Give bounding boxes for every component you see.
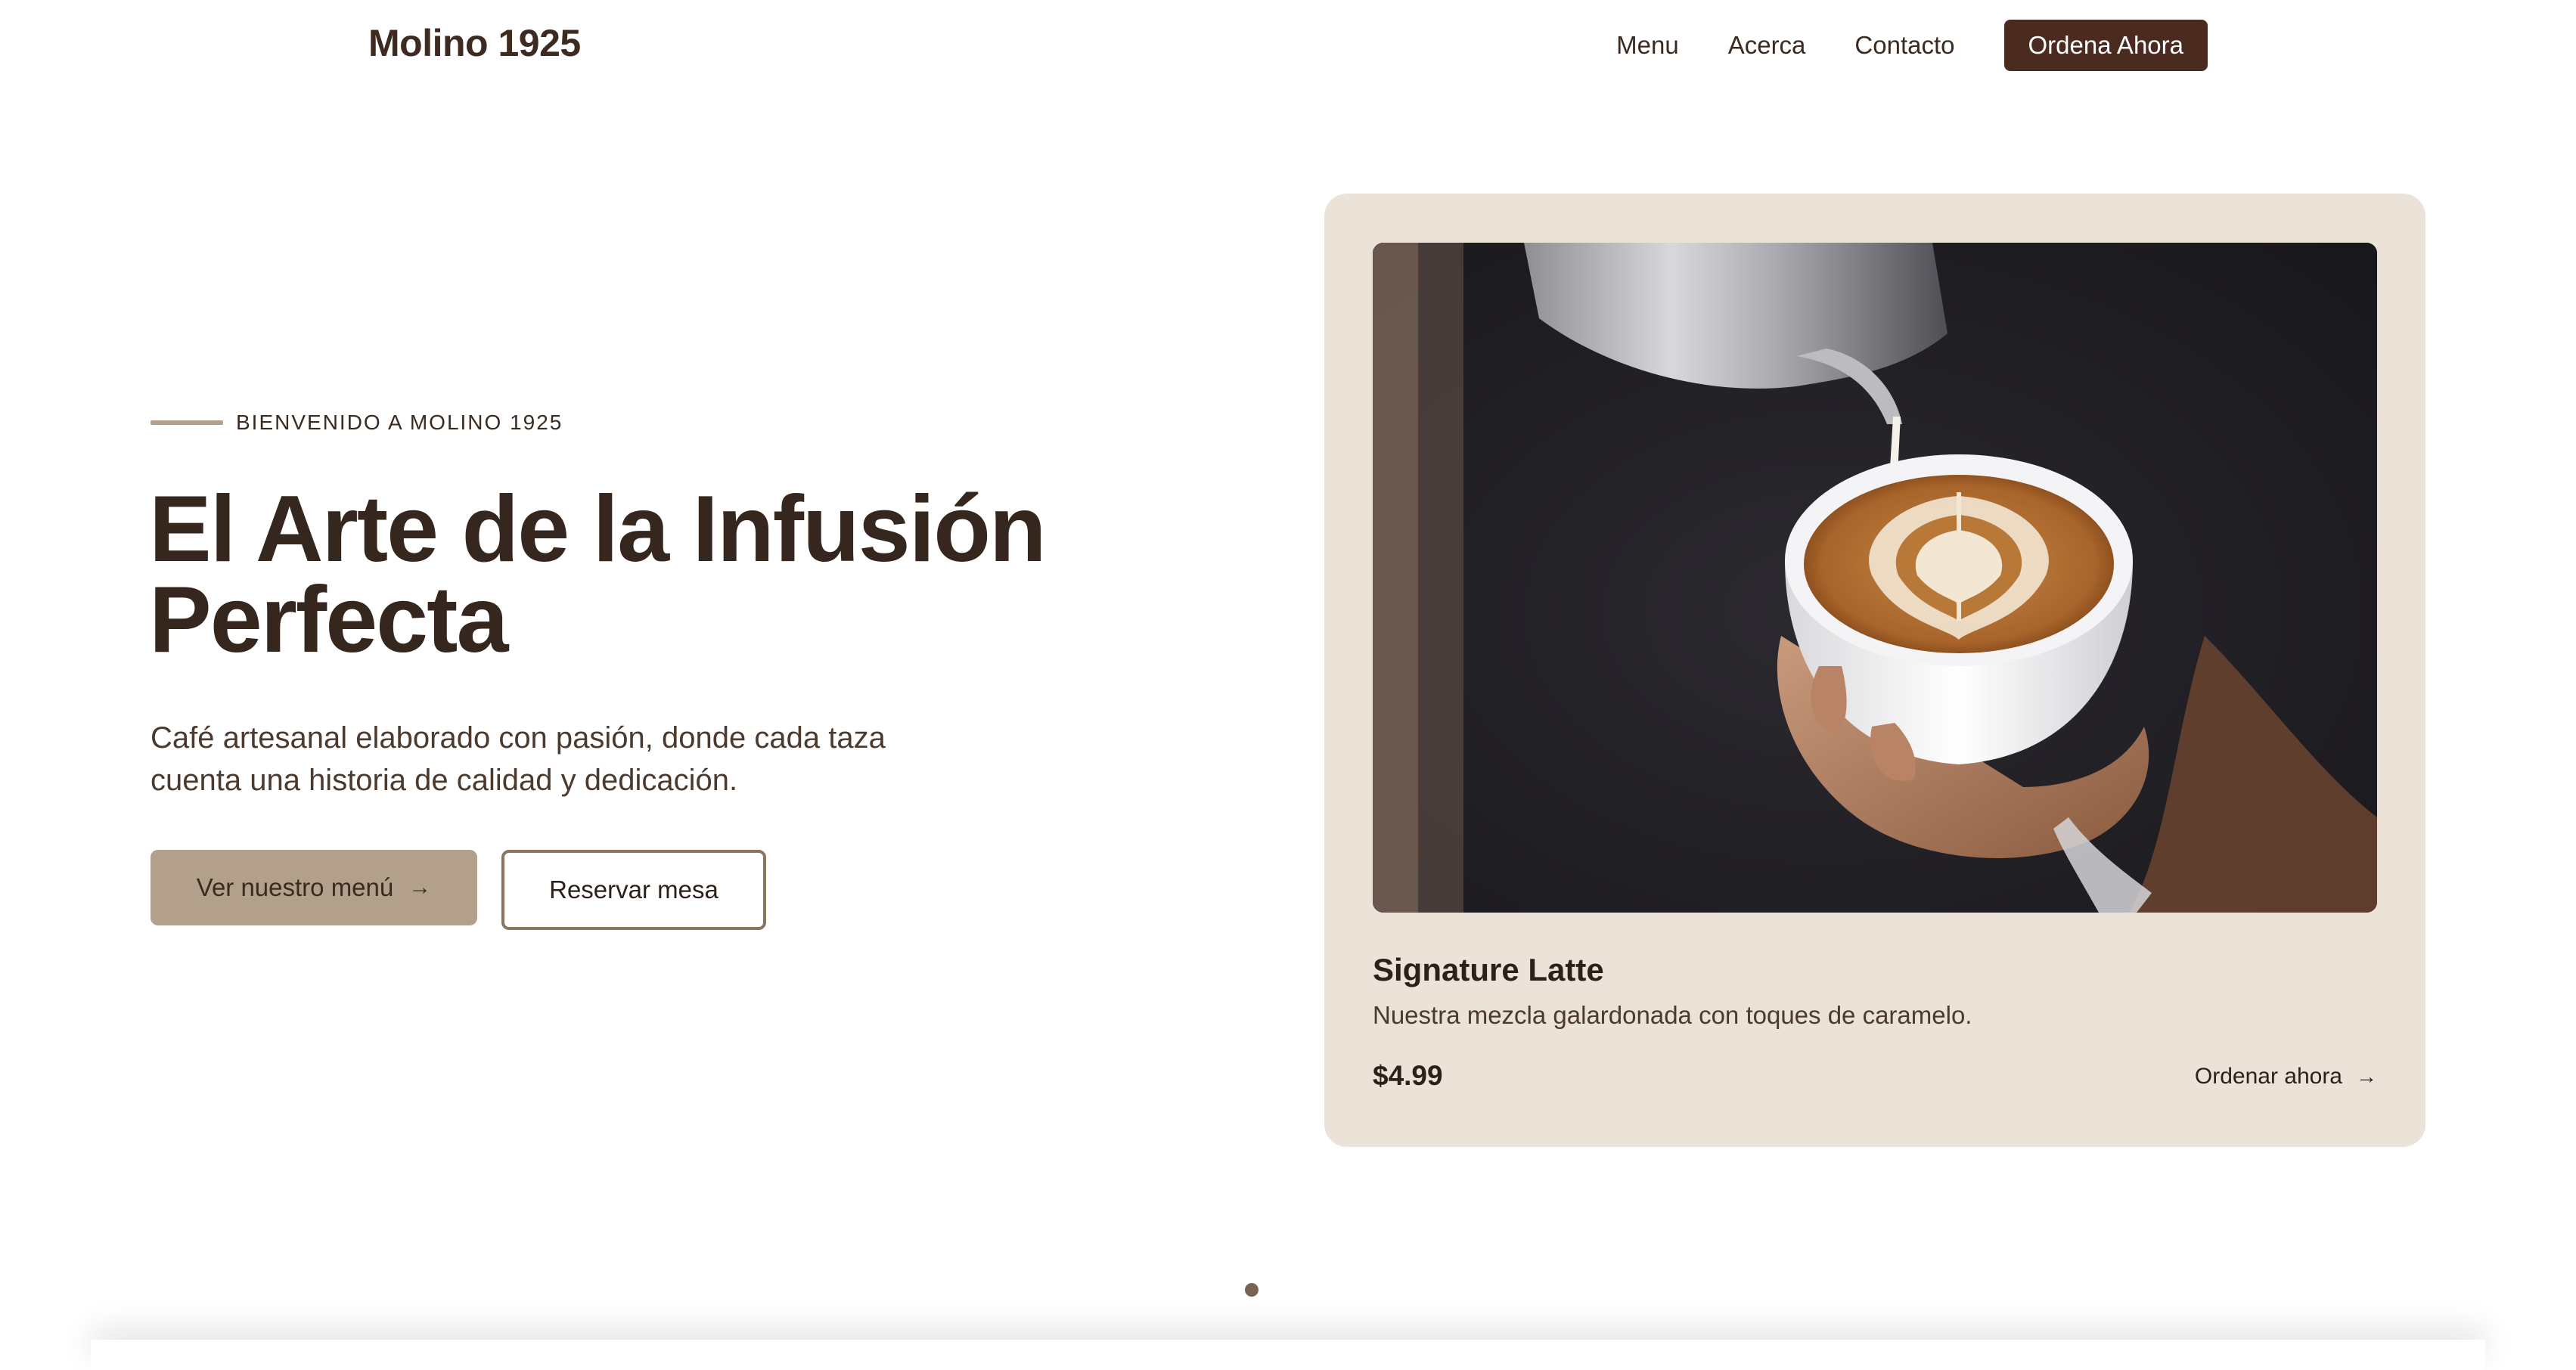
order-product-link[interactable]: Ordenar ahora → xyxy=(2195,1064,2377,1089)
hero-eyebrow: BIENVENIDO A MOLINO 1925 xyxy=(151,411,563,435)
product-price: $4.99 xyxy=(1373,1060,1443,1091)
product-title: Signature Latte xyxy=(1373,952,1604,987)
nav-item-acerca[interactable]: Acerca xyxy=(1728,31,1806,60)
featured-product-card: Signature Latte Nuestra mezcla galardona… xyxy=(1324,194,2425,1147)
site-logo[interactable]: Molino 1925 xyxy=(368,21,581,65)
hero-headline: El Arte de la Infusión Perfecta xyxy=(149,482,1208,667)
eyebrow-divider xyxy=(151,420,223,425)
nav-item-contacto[interactable]: Contacto xyxy=(1854,31,1954,60)
headline-line-2: Perfecta xyxy=(149,568,508,672)
arrow-right-icon: → xyxy=(408,875,432,900)
carousel-dot[interactable] xyxy=(1245,1283,1259,1297)
order-now-button[interactable]: Ordena Ahora xyxy=(2003,20,2208,71)
view-menu-button[interactable]: Ver nuestro menú → xyxy=(151,850,477,925)
reserve-table-label: Reservar mesa xyxy=(549,876,718,904)
order-product-label: Ordenar ahora xyxy=(2194,1064,2342,1089)
eyebrow-text: BIENVENIDO A MOLINO 1925 xyxy=(236,411,563,434)
latte-art-photo xyxy=(1373,243,2377,913)
next-section-edge xyxy=(91,1340,2485,1370)
arrow-right-icon: → xyxy=(2356,1065,2377,1088)
nav-item-menu[interactable]: Menu xyxy=(1616,31,1679,60)
product-description: Nuestra mezcla galardonada con toques de… xyxy=(1373,1001,1972,1029)
reserve-table-button[interactable]: Reservar mesa xyxy=(501,850,766,930)
headline-line-1: El Arte de la Infusión xyxy=(149,477,1047,581)
hero-subtext: Café artesanal elaborado con pasión, don… xyxy=(151,721,886,797)
view-menu-label: Ver nuestro menú xyxy=(196,873,394,901)
main-nav: Menu Acerca Contacto Ordena Ahora xyxy=(1616,20,2208,71)
